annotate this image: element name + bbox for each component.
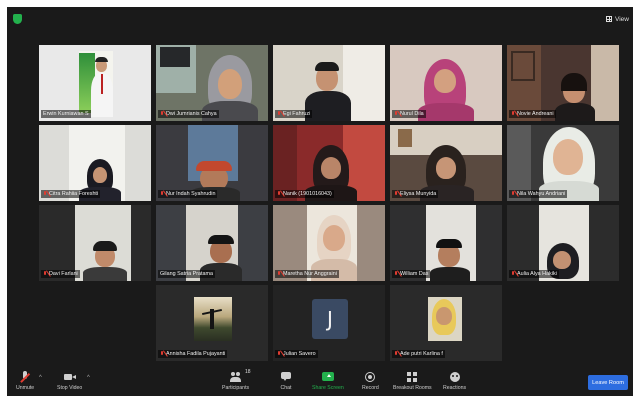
security-shield-icon[interactable] <box>13 14 22 24</box>
video-tile[interactable]: Eliysa Munyida <box>390 125 502 201</box>
video-tile[interactable]: Dwi Jumrianis Cahya <box>156 45 268 121</box>
video-tile[interactable]: Erwin Kurniawan S <box>39 45 151 121</box>
meeting-toolbar: Unmute ^ Stop Video ^ 18 Participants Ch… <box>7 369 633 396</box>
video-tile[interactable]: J Julian Savero <box>273 285 385 361</box>
participants-button[interactable]: 18 Participants <box>222 369 251 391</box>
chat-button[interactable]: Chat <box>280 371 292 391</box>
muted-mic-icon <box>511 191 515 197</box>
participant-name-label: Dwi Jumrianis Cahya <box>158 110 219 118</box>
view-button[interactable]: View <box>606 12 629 26</box>
muted-mic-icon <box>160 191 164 197</box>
video-tile[interactable]: Nur Indah Syahrudin <box>156 125 268 201</box>
record-button[interactable]: Record <box>362 371 379 391</box>
participants-count: 18 <box>244 369 251 375</box>
share-screen-icon <box>321 371 334 383</box>
microphone-muted-icon <box>19 371 31 383</box>
muted-mic-icon <box>511 271 515 277</box>
participant-name-label: Eliysa Munyida <box>392 190 439 198</box>
share-screen-button[interactable]: Share Screen <box>312 371 344 391</box>
chat-icon <box>280 371 292 383</box>
video-tile[interactable]: Gilang Satria Pratama <box>156 205 268 281</box>
muted-mic-icon <box>511 111 515 117</box>
participant-name-label: Novie Andreani <box>509 110 556 118</box>
muted-mic-icon <box>160 111 164 117</box>
muted-mic-icon <box>160 351 164 357</box>
video-camera-icon <box>63 371 76 383</box>
gallery-view-icon <box>606 16 613 22</box>
video-tile[interactable]: William Das <box>390 205 502 281</box>
unmute-button[interactable]: Unmute <box>16 371 34 391</box>
reactions-button[interactable]: Reactions <box>443 371 466 391</box>
muted-mic-icon <box>394 191 398 197</box>
video-tile[interactable]: Egi Fahruzi <box>273 45 385 121</box>
participant-name-label: Nur Indah Syahrudin <box>158 190 218 198</box>
video-tile[interactable]: Aulia Alya Hakiki <box>507 205 619 281</box>
muted-mic-icon <box>394 111 398 117</box>
participant-name-label: William Das <box>392 270 431 278</box>
participant-name-label: Gilang Satria Pratama <box>158 270 216 278</box>
video-tile[interactable]: Novie Andreani <box>507 45 619 121</box>
muted-mic-icon <box>43 191 47 197</box>
video-tile[interactable]: Nila Wahyu Andriani <box>507 125 619 201</box>
video-tile[interactable]: Nanik (1901016043) <box>273 125 385 201</box>
participant-name-label: Julian Savero <box>275 350 318 358</box>
participant-name-label: Davi Farlani <box>41 270 80 278</box>
participant-name-label: Nanik (1901016043) <box>275 190 334 198</box>
leave-room-button[interactable]: Leave Room <box>588 375 628 390</box>
video-tile[interactable]: Nurul Dila <box>390 45 502 121</box>
muted-mic-icon <box>394 271 398 277</box>
muted-mic-icon <box>394 351 398 357</box>
participants-icon: 18 <box>229 369 251 383</box>
record-icon <box>364 371 376 383</box>
zoom-meeting-window: View Erwin Kurniawan S Dwi Jumrianis Cah… <box>7 7 633 396</box>
video-tile[interactable]: Citra Rahiia Foreshti <box>39 125 151 201</box>
participant-name-label: Aulia Alya Hakiki <box>509 270 559 278</box>
muted-mic-icon <box>277 191 281 197</box>
participant-avatar: J <box>312 299 348 339</box>
stop-video-button[interactable]: Stop Video <box>57 371 82 391</box>
top-bar: View <box>7 7 633 31</box>
participant-name-label: Annisha Fadila Pujayanti <box>158 350 228 358</box>
participant-name-label: Ade putri Karlina f <box>392 350 445 358</box>
breakout-rooms-icon <box>406 371 418 383</box>
muted-mic-icon <box>277 271 281 277</box>
video-tile[interactable]: Annisha Fadila Pujayanti <box>156 285 268 361</box>
reactions-smiley-icon <box>449 371 461 383</box>
muted-mic-icon <box>43 271 47 277</box>
participant-name-label: Citra Rahiia Foreshti <box>41 190 101 198</box>
muted-mic-icon <box>277 111 281 117</box>
participant-name-label: Maretha Nur Anggraini <box>275 270 339 278</box>
video-options-caret-icon[interactable]: ^ <box>87 375 90 381</box>
participant-name-label: Nurul Dila <box>392 110 426 118</box>
participant-name-label: Erwin Kurniawan S <box>41 110 91 118</box>
audio-options-caret-icon[interactable]: ^ <box>39 375 42 381</box>
participant-name-label: Nila Wahyu Andriani <box>509 190 568 198</box>
participant-name-label: Egi Fahruzi <box>275 110 313 118</box>
muted-mic-icon <box>277 351 281 357</box>
video-tile[interactable]: Ade putri Karlina f <box>390 285 502 361</box>
video-tile[interactable]: Davi Farlani <box>39 205 151 281</box>
video-tile[interactable]: Maretha Nur Anggraini <box>273 205 385 281</box>
breakout-rooms-button[interactable]: Breakout Rooms <box>393 371 432 391</box>
